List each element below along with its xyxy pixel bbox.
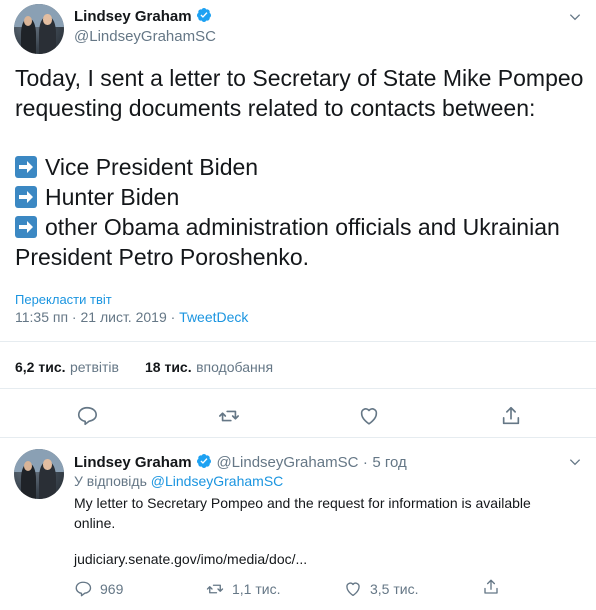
bullet-text: Vice President Biden — [45, 154, 259, 180]
replying-to-row: У відповідь @LindseyGrahamSC — [74, 473, 283, 489]
reply-header-row: Lindsey Graham @LindseyGrahamSC · 5 год — [74, 453, 407, 472]
author-name[interactable]: Lindsey Graham — [74, 8, 192, 25]
divider — [0, 341, 596, 342]
share-icon[interactable] — [482, 578, 500, 596]
tweet-text-line: requesting documents related to contacts… — [15, 95, 536, 121]
translate-tweet-link[interactable]: Перекласти твіт — [15, 292, 112, 307]
retweet-icon[interactable] — [218, 405, 240, 427]
verified-badge-icon — [196, 454, 211, 468]
reply-action-like[interactable]: 3,5 тис. — [344, 580, 418, 598]
like-heart-icon[interactable] — [344, 580, 362, 598]
reply-link[interactable]: judiciary.senate.gov/imo/media/doc/... — [74, 549, 307, 569]
author-handle[interactable]: @LindseyGrahamSC — [74, 28, 216, 45]
retweets-stat[interactable]: 6,2 тис. ретвітів — [15, 359, 119, 377]
bullet-text: other Obama administration officials and… — [45, 214, 560, 240]
arrow-right-emoji-icon — [15, 186, 37, 208]
retweets-count: 6,2 тис. — [15, 359, 66, 375]
retweet-icon[interactable] — [206, 580, 224, 598]
retweets-label: ретвітів — [69, 359, 119, 375]
reply-text-line: My letter to Secretary Pompeo and the re… — [74, 495, 531, 511]
source-link[interactable]: TweetDeck — [179, 309, 248, 325]
bullet-item: Vice President Biden — [15, 152, 258, 182]
author-name-row[interactable]: Lindsey Graham — [74, 7, 212, 26]
reply-icon[interactable] — [74, 580, 92, 598]
share-icon[interactable] — [500, 405, 522, 427]
like-count: 3,5 тис. — [370, 581, 419, 597]
likes-count: 18 тис. — [145, 359, 192, 375]
replying-to-handle[interactable]: @LindseyGrahamSC — [151, 473, 284, 489]
divider — [0, 437, 596, 438]
reply-action-reply[interactable]: 969 — [74, 580, 123, 598]
reply-author-avatar[interactable] — [14, 449, 64, 499]
verified-badge-icon — [196, 8, 211, 22]
divider — [0, 388, 596, 389]
arrow-right-emoji-icon — [15, 216, 37, 238]
likes-stat[interactable]: 18 тис. вподобання — [145, 359, 273, 377]
bullet-text: Hunter Biden — [45, 184, 180, 210]
reply-icon[interactable] — [76, 405, 98, 427]
reply-count: 969 — [100, 581, 124, 597]
replying-to-label: У відповідь — [74, 473, 147, 489]
retweet-count: 1,1 тис. — [232, 581, 281, 597]
tweet-text-line: Today, I sent a letter to Secretary of S… — [15, 65, 584, 91]
timestamp-row: 11:35 пп · 21 лист. 2019 · TweetDeck — [15, 309, 248, 325]
bullet-item: other Obama administration officials and… — [15, 212, 560, 242]
timestamp[interactable]: 11:35 пп · 21 лист. 2019 · — [15, 309, 179, 325]
bullet-continuation: President Petro Poroshenko. — [15, 244, 310, 270]
reply-action-retweet[interactable]: 1,1 тис. — [206, 580, 280, 598]
reply-text-line: online. — [74, 515, 116, 531]
reply-author-name[interactable]: Lindsey Graham — [74, 454, 192, 471]
reply-author-handle[interactable]: @LindseyGrahamSC — [216, 454, 358, 471]
chevron-down-icon[interactable] — [568, 455, 582, 469]
likes-label: вподобання — [196, 359, 274, 375]
author-avatar[interactable] — [14, 4, 64, 54]
chevron-down-icon[interactable] — [568, 10, 582, 24]
separator-dot: · — [362, 454, 368, 471]
reply-age[interactable]: 5 год — [372, 454, 406, 471]
bullet-item: Hunter Biden — [15, 182, 179, 212]
arrow-right-emoji-icon — [15, 156, 37, 178]
like-heart-icon[interactable] — [358, 405, 380, 427]
